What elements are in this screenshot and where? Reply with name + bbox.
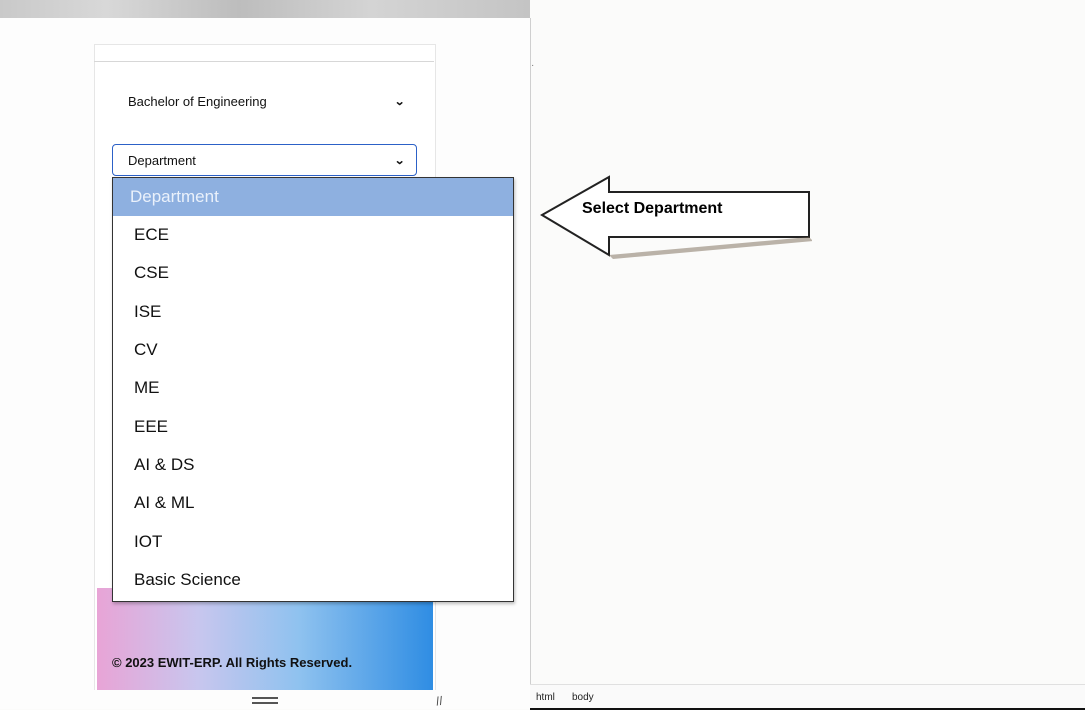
status-bar: html body xyxy=(530,684,1085,710)
form-divider xyxy=(94,61,434,62)
dropdown-option-ise[interactable]: ISE xyxy=(113,293,513,331)
department-select-value: Department xyxy=(128,152,196,168)
dropdown-option-eee[interactable]: EEE xyxy=(113,407,513,445)
dropdown-option-ece[interactable]: ECE xyxy=(113,216,513,254)
footer-gradient xyxy=(97,588,433,690)
degree-select-value: Bachelor of Engineering xyxy=(128,93,267,109)
breadcrumb-body[interactable]: body xyxy=(572,692,594,703)
dropdown-option-ai-ds[interactable]: AI & DS xyxy=(113,446,513,484)
splitter-grip-line[interactable] xyxy=(252,697,278,699)
chevron-down-icon: ⌄ xyxy=(393,154,405,167)
department-select[interactable]: Department ⌄ xyxy=(112,144,417,176)
dropdown-option-department[interactable]: Department xyxy=(113,178,513,216)
arrow-callout-label: Select Department xyxy=(582,200,723,217)
splitter-grip-line[interactable] xyxy=(252,702,278,704)
top-toolbar-strip xyxy=(0,0,530,18)
chevron-down-icon: ⌄ xyxy=(393,95,405,108)
copyright-text: © 2023 EWIT-ERP. All Rights Reserved. xyxy=(112,655,353,670)
dropdown-option-me[interactable]: ME xyxy=(113,369,513,407)
dropdown-option-iot[interactable]: IOT xyxy=(113,522,513,560)
dropdown-option-ai-ml[interactable]: AI & ML xyxy=(113,484,513,522)
degree-select[interactable]: Bachelor of Engineering ⌄ xyxy=(112,86,416,116)
dropdown-option-cv[interactable]: CV xyxy=(113,331,513,369)
dropdown-option-cse[interactable]: CSE xyxy=(113,254,513,292)
department-dropdown-list[interactable]: Department ECE CSE ISE CV ME EEE AI & DS… xyxy=(112,177,514,602)
pane-marker-icon: · xyxy=(531,60,535,71)
dropdown-option-basic-science[interactable]: Basic Science xyxy=(113,561,513,599)
breadcrumb-html[interactable]: html xyxy=(536,692,555,703)
